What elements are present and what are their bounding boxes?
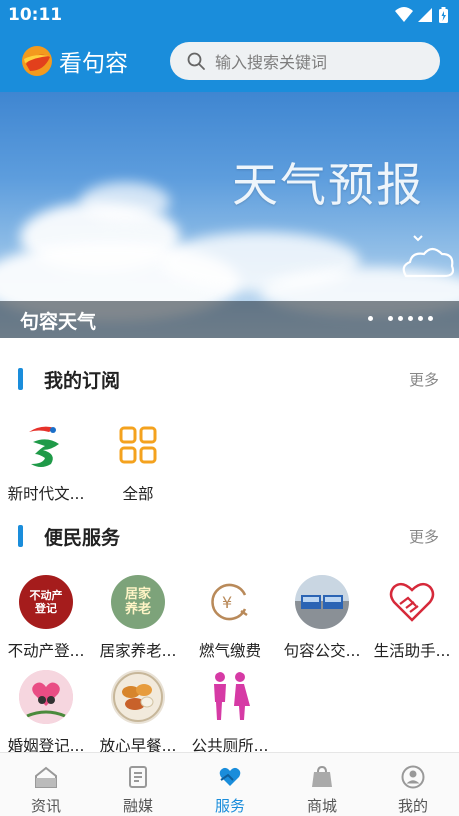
subscriptions-more-link[interactable]: 更多 <box>409 369 439 390</box>
app-screen: 10:11 看句容 输入搜索关键词 天气预报 句容天气 我的订阅 更多 新时代文… <box>0 0 459 816</box>
tab-shop[interactable]: 商城 <box>276 753 368 816</box>
banner-headline: 天气预报 <box>232 158 424 212</box>
services-header: 便民服务 更多 <box>0 521 459 551</box>
carousel-dot[interactable] <box>388 316 393 321</box>
search-icon <box>187 52 205 70</box>
tab-profile[interactable]: 我的 <box>367 753 459 816</box>
home-icon <box>35 766 57 788</box>
section-accent-bar <box>18 525 23 547</box>
carousel-dot[interactable] <box>428 316 433 321</box>
elderly-care-icon: 居家养老 <box>111 575 165 629</box>
brand-name: 看句容 <box>59 51 128 77</box>
icon-text: 不动产登记 <box>29 589 63 615</box>
status-icons <box>395 7 448 23</box>
shop-bag-icon <box>312 765 332 787</box>
restroom-icon <box>203 670 257 724</box>
carousel-dot[interactable] <box>368 316 373 321</box>
profile-icon <box>401 765 425 789</box>
service-item[interactable]: 放心早餐... <box>92 670 184 756</box>
section-title: 便民服务 <box>44 527 121 549</box>
brand[interactable]: 看句容 <box>20 43 128 79</box>
service-heart-icon <box>219 767 241 786</box>
wifi-icon <box>395 7 413 22</box>
svg-text:¥: ¥ <box>222 593 232 612</box>
service-label: 生活助手... <box>373 642 451 660</box>
service-item[interactable]: 公共厕所... <box>184 670 276 756</box>
app-logo-icon <box>22 46 52 76</box>
subscription-item-all[interactable]: 全部 <box>92 418 184 504</box>
service-item[interactable]: 生活助手... <box>366 575 458 661</box>
handshake-heart-icon <box>385 575 439 629</box>
signal-icon <box>418 8 432 22</box>
bus-icon <box>295 575 349 629</box>
tab-label: 我的 <box>397 797 428 815</box>
service-item[interactable]: 不动产登记 不动产登... <box>0 575 92 661</box>
service-item[interactable]: 句容公交... <box>276 575 368 661</box>
banner-carousel[interactable]: 天气预报 句容天气 <box>0 92 459 338</box>
service-label: 燃气缴费 <box>198 642 261 660</box>
cloud-doodle-icon <box>402 235 455 278</box>
tab-label: 服务 <box>214 797 245 815</box>
service-label: 不动产登... <box>7 642 85 660</box>
property-registration-icon: 不动产登记 <box>19 575 73 629</box>
gas-payment-icon: ¥ <box>203 575 257 629</box>
subscriptions-header: 我的订阅 更多 <box>0 364 459 394</box>
marriage-registration-icon <box>19 670 73 724</box>
banner-caption: 句容天气 <box>20 311 97 333</box>
service-item[interactable]: 居家养老 居家养老... <box>92 575 184 661</box>
app-header: 10:11 看句容 输入搜索关键词 <box>0 0 459 92</box>
tab-label: 商城 <box>306 797 337 815</box>
cloud-decoration <box>80 182 170 222</box>
icon-text: 居家养老 <box>124 587 151 617</box>
service-item[interactable]: 婚姻登记... <box>0 670 92 756</box>
subscription-label: 新时代文... <box>7 485 85 503</box>
section-title: 我的订阅 <box>44 370 121 392</box>
services-more-link[interactable]: 更多 <box>409 526 439 547</box>
new-era-logo-icon <box>19 418 73 472</box>
tab-label: 融媒 <box>122 797 153 815</box>
carousel-dot[interactable] <box>398 316 403 321</box>
tab-label: 资讯 <box>30 797 61 815</box>
carousel-dot[interactable] <box>418 316 423 321</box>
status-time: 10:11 <box>8 5 63 25</box>
banner-caption-bar: 句容天气 <box>0 301 459 338</box>
carousel-dot[interactable] <box>408 316 413 321</box>
search-placeholder: 输入搜索关键词 <box>215 53 328 72</box>
subscription-label: 全部 <box>122 485 154 503</box>
service-item[interactable]: ¥ 燃气缴费 <box>184 575 276 661</box>
section-accent-bar <box>18 368 23 390</box>
tab-media[interactable]: 融媒 <box>92 753 184 816</box>
service-label: 句容公交... <box>283 642 361 660</box>
service-label: 居家养老... <box>99 642 177 660</box>
breakfast-icon <box>111 670 165 724</box>
grid-icon <box>111 418 165 472</box>
bottom-tab-bar: 资讯 融媒 服务 商城 我的 <box>0 752 459 816</box>
carousel-indicator[interactable] <box>368 316 433 321</box>
battery-icon <box>439 7 448 23</box>
tab-services[interactable]: 服务 <box>184 753 276 816</box>
subscription-item[interactable]: 新时代文... <box>0 418 92 504</box>
tab-news[interactable]: 资讯 <box>0 753 92 816</box>
search-box[interactable]: 输入搜索关键词 <box>170 42 440 80</box>
document-icon <box>129 766 147 788</box>
